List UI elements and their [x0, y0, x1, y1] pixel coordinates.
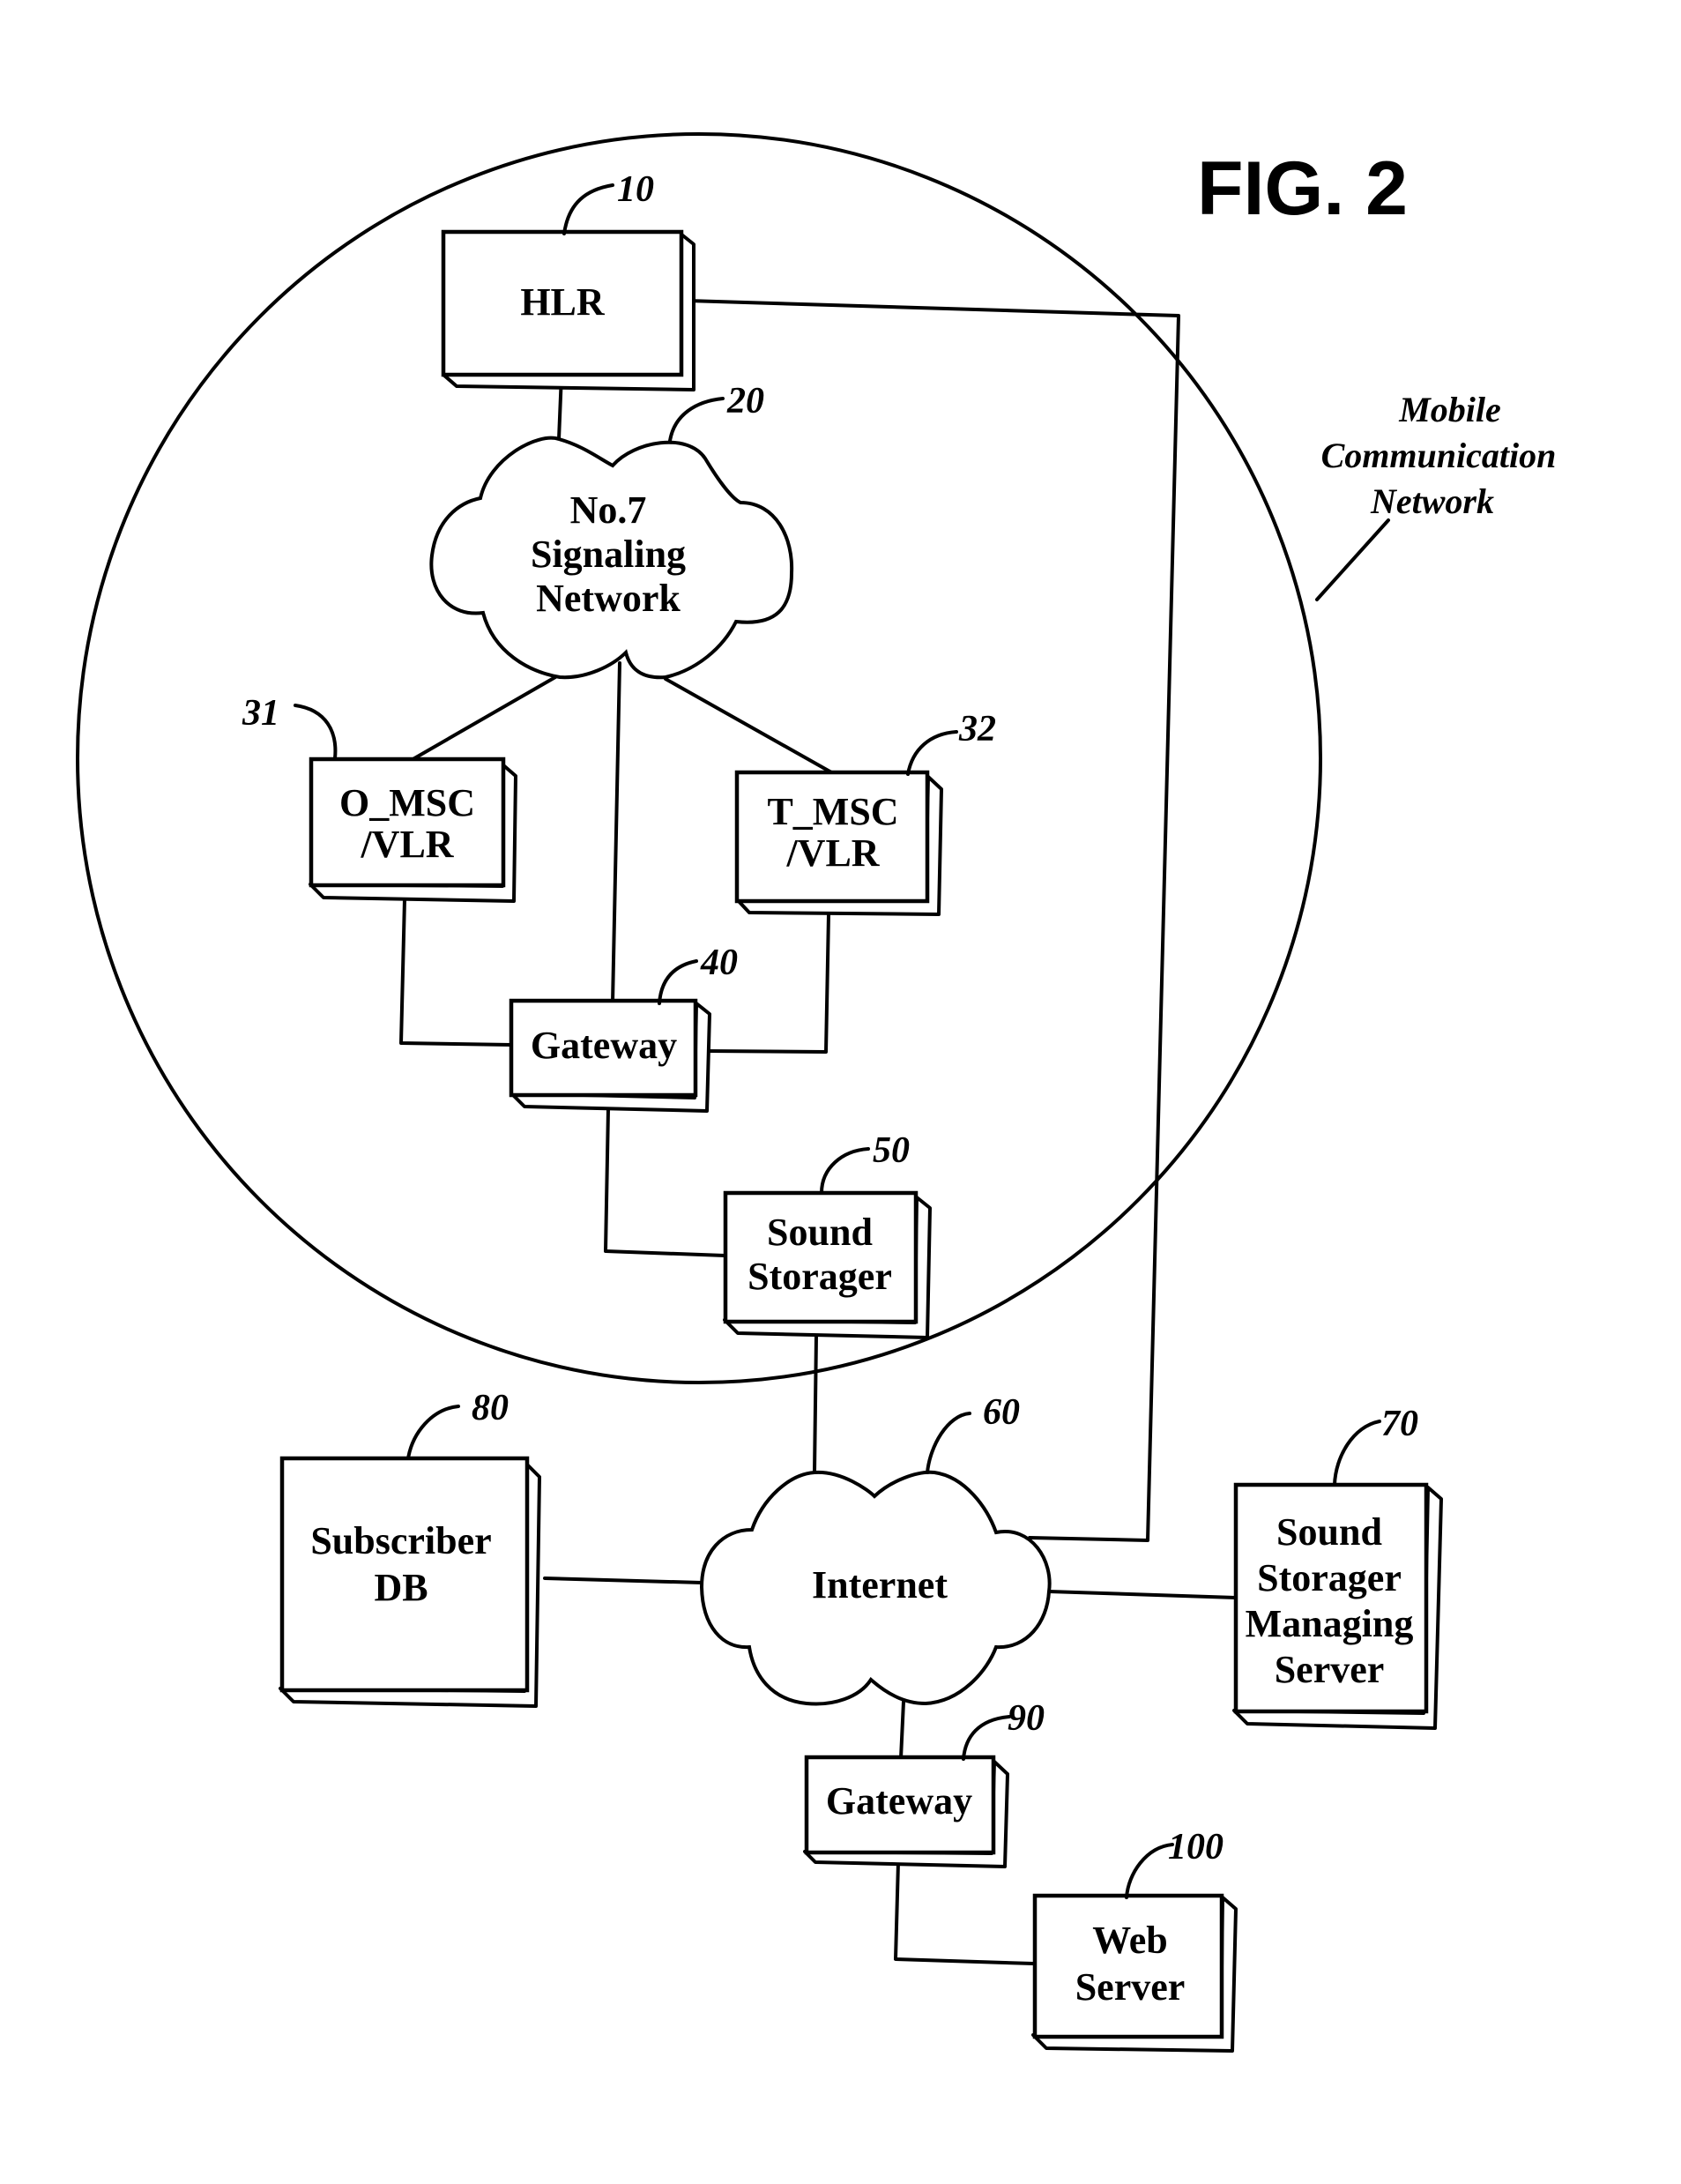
node-label: HLR — [520, 280, 606, 324]
node-signaling-network[interactable]: No.7 Signaling Network — [429, 436, 794, 680]
mobile-network-label-line: Mobile — [1398, 390, 1501, 429]
ref-number-20: 20 — [726, 381, 764, 421]
node-subscriber-db[interactable]: Subscriber DB — [279, 1456, 541, 1708]
connector-soundstorager-internet — [813, 1334, 818, 1474]
ref-leader-60 — [926, 1412, 971, 1474]
mobile-network-leader-line — [1315, 518, 1390, 601]
ref-number-50: 50 — [873, 1130, 910, 1171]
connector-signaling-gateway — [611, 661, 621, 1004]
node-internet[interactable]: Internet — [699, 1470, 1052, 1706]
node-label: Server — [1075, 1965, 1186, 2009]
node-label: Storager — [1257, 1556, 1402, 1599]
node-sound-storager-managing-server[interactable]: Sound Storager Managing Server — [1232, 1482, 1443, 1730]
ref-number-100: 100 — [1168, 1827, 1224, 1867]
connector-tmsc-gateway — [705, 913, 830, 1054]
ref-number-80: 80 — [472, 1388, 509, 1428]
node-label: DB — [374, 1566, 428, 1609]
connector-internet-gateway90 — [899, 1700, 905, 1760]
ref-leader-50 — [820, 1147, 870, 1195]
node-label: O_MSC — [339, 781, 475, 824]
ref-leader-31 — [294, 704, 338, 760]
connector-signaling-tmsc — [664, 677, 835, 775]
ref-number-60: 60 — [983, 1392, 1020, 1433]
ref-number-90: 90 — [1008, 1698, 1045, 1739]
ref-number-10: 10 — [617, 169, 654, 210]
node-label: Gateway — [826, 1779, 972, 1822]
node-t-msc-vlr[interactable]: T_MSC /VLR — [734, 770, 943, 916]
ref-number-31: 31 — [242, 693, 279, 734]
ref-leader-100 — [1125, 1843, 1174, 1899]
node-hlr[interactable]: HLR — [441, 229, 695, 391]
ref-number-32: 32 — [958, 709, 996, 749]
node-gateway-90[interactable]: Gateway — [803, 1755, 1009, 1868]
mobile-network-label-line: Network — [1370, 481, 1494, 521]
node-label: /VLR — [360, 823, 454, 866]
ref-leader-70 — [1333, 1420, 1381, 1487]
connector-internet-managingserver — [1047, 1590, 1238, 1599]
connector-signaling-omsc — [408, 675, 557, 763]
ref-leader-20 — [668, 397, 725, 443]
node-label: Internet — [812, 1563, 948, 1606]
node-label: No.7 — [570, 488, 647, 532]
node-web-server[interactable]: Web Server — [1031, 1893, 1238, 2053]
node-label: Server — [1275, 1648, 1385, 1691]
connector-subscriberdb-internet — [543, 1577, 703, 1584]
node-gateway-40[interactable]: Gateway — [509, 998, 711, 1113]
mobile-network-boundary — [76, 132, 1322, 1384]
ref-leader-10 — [562, 183, 614, 235]
connector-gateway-soundstorager — [604, 1107, 726, 1257]
node-label: Managing — [1246, 1602, 1414, 1645]
node-label: Web — [1092, 1919, 1168, 1962]
node-sound-storager[interactable]: Sound Storager — [723, 1190, 932, 1339]
node-label: Sound — [767, 1211, 873, 1254]
node-label: /VLR — [785, 831, 880, 875]
mobile-network-label-line: Communication — [1321, 436, 1557, 475]
node-label: Storager — [748, 1255, 892, 1298]
ref-number-70: 70 — [1381, 1404, 1418, 1444]
ref-leader-32 — [906, 730, 958, 776]
ref-number-40: 40 — [700, 943, 738, 983]
connector-hlr-internet — [686, 299, 1180, 1542]
node-label: T_MSC — [767, 790, 898, 833]
node-o-msc-vlr[interactable]: O_MSC /VLR — [309, 757, 517, 903]
node-label: Gateway — [531, 1024, 677, 1067]
node-label: Subscriber — [310, 1519, 491, 1562]
ref-leader-90 — [962, 1715, 1011, 1761]
ref-leader-40 — [658, 959, 698, 1005]
connector-omsc-gateway — [399, 898, 513, 1047]
node-label: Signaling — [531, 533, 686, 576]
node-label: Sound — [1276, 1510, 1382, 1554]
figure-title: FIG. 2 — [1197, 146, 1408, 231]
network-diagram: FIG. 2 Mobile Communication Network HLR … — [76, 132, 1557, 2053]
ref-leader-80 — [406, 1405, 460, 1460]
node-label: Network — [536, 577, 681, 620]
connector-gateway90-webserver — [894, 1860, 1035, 1965]
mobile-network-label: Mobile Communication Network — [1321, 390, 1557, 521]
